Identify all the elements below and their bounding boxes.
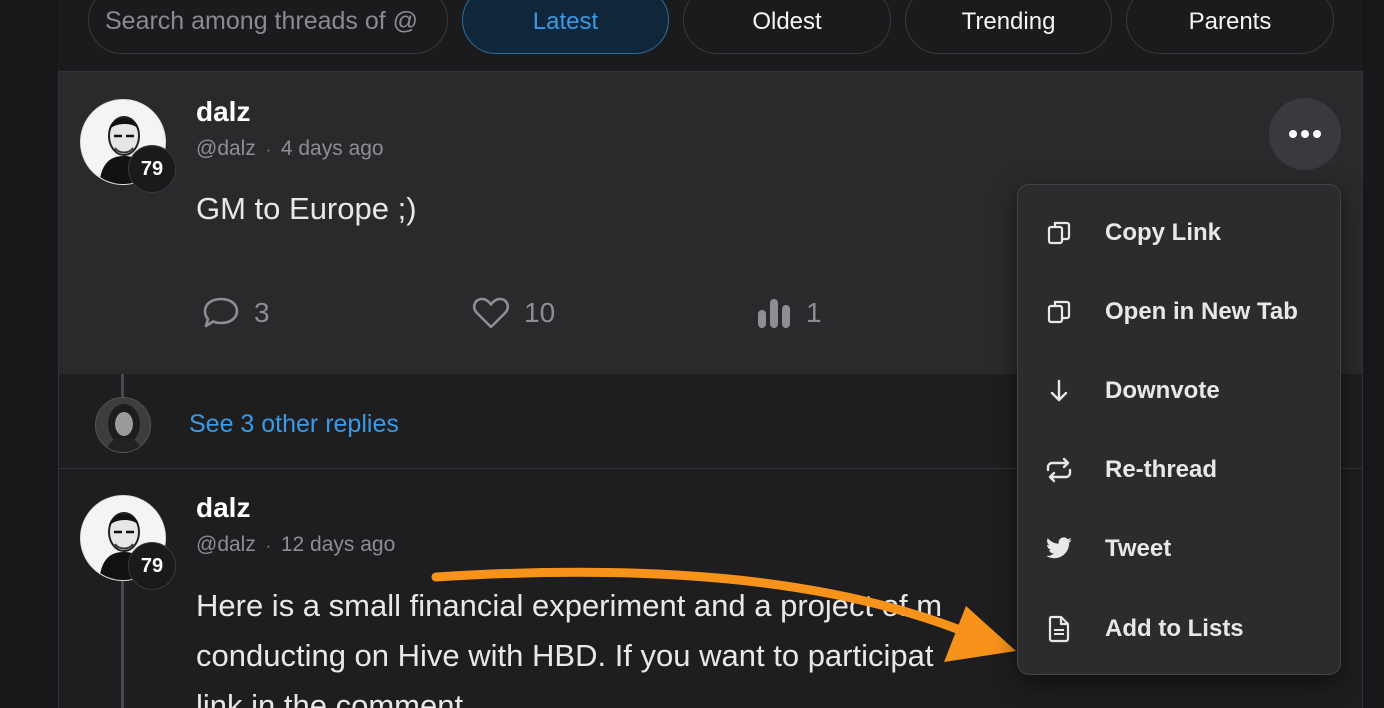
user-handle[interactable]: @dalz: [196, 137, 256, 160]
more-options-button[interactable]: [1269, 98, 1341, 170]
menu-item-label: Tweet: [1105, 535, 1172, 562]
tab-parents[interactable]: Parents: [1126, 0, 1334, 54]
vote-count: 1: [806, 297, 822, 328]
twitter-icon: [1044, 534, 1074, 564]
ellipsis-icon: [1289, 130, 1321, 138]
tab-latest[interactable]: Latest: [462, 0, 669, 54]
post-body-line: conducting on Hive with HBD. If you want…: [196, 638, 934, 673]
column-divider: [1362, 70, 1363, 708]
post-timestamp[interactable]: 4 days ago: [281, 137, 384, 160]
reply-avatar[interactable]: [95, 397, 151, 453]
menu-item-label: Re-thread: [1105, 456, 1218, 483]
tab-oldest[interactable]: Oldest: [683, 0, 891, 54]
copy-icon: [1044, 218, 1074, 248]
page: Search among threads of @ Latest Oldest …: [0, 0, 1384, 708]
post-meta: @dalz · 4 days ago: [196, 137, 384, 161]
left-gutter: [0, 0, 58, 708]
thread-connector: [121, 580, 124, 708]
menu-item-downvote[interactable]: Downvote: [1018, 356, 1340, 426]
avatar-portrait-icon: [96, 398, 150, 452]
copy-icon: [1044, 297, 1074, 327]
heart-icon: [472, 297, 510, 329]
thread-connector: [121, 374, 124, 398]
bar-chart-icon: [758, 299, 790, 328]
reputation-badge: 79: [128, 542, 176, 590]
username[interactable]: dalz: [196, 492, 250, 524]
post-body-line: Here is a small financial experiment and…: [196, 588, 943, 623]
menu-item-tweet[interactable]: Tweet: [1018, 514, 1340, 584]
see-other-replies-link[interactable]: See 3 other replies: [189, 410, 399, 439]
menu-item-label: Downvote: [1105, 377, 1220, 404]
post-meta: @dalz · 12 days ago: [196, 533, 395, 557]
menu-item-rethread[interactable]: Re-thread: [1018, 435, 1340, 505]
like-count: 10: [524, 297, 556, 328]
comment-icon: [203, 297, 239, 328]
meta-separator: ·: [265, 538, 272, 555]
post-timestamp[interactable]: 12 days ago: [281, 533, 395, 556]
comment-count: 3: [254, 297, 270, 328]
username[interactable]: dalz: [196, 96, 250, 128]
user-handle[interactable]: @dalz: [196, 533, 256, 556]
like-button[interactable]: 10: [472, 296, 555, 330]
document-icon: [1044, 614, 1074, 644]
comment-button[interactable]: 3: [202, 296, 270, 330]
search-input[interactable]: Search among threads of @: [88, 0, 448, 54]
menu-item-label: Copy Link: [1105, 219, 1222, 246]
menu-item-add-to-lists[interactable]: Add to Lists: [1018, 594, 1340, 664]
menu-item-copy-link[interactable]: Copy Link: [1018, 198, 1340, 268]
tab-trending[interactable]: Trending: [905, 0, 1112, 54]
vote-button[interactable]: 1: [756, 296, 822, 330]
right-gutter: [1362, 0, 1384, 708]
reputation-badge: 79: [128, 145, 176, 193]
menu-item-label: Add to Lists: [1105, 615, 1244, 642]
repeat-icon: [1044, 455, 1074, 485]
post-body-line: link in the comment.: [196, 688, 472, 708]
meta-separator: ·: [265, 142, 272, 159]
arrow-down-icon: [1044, 376, 1074, 406]
post-body: GM to Europe ;): [196, 191, 417, 226]
menu-item-label: Open in New Tab: [1105, 298, 1298, 325]
menu-item-open-new-tab[interactable]: Open in New Tab: [1018, 277, 1340, 347]
more-options-menu: Copy Link Open in New Tab Downvote Re-th…: [1017, 184, 1341, 675]
